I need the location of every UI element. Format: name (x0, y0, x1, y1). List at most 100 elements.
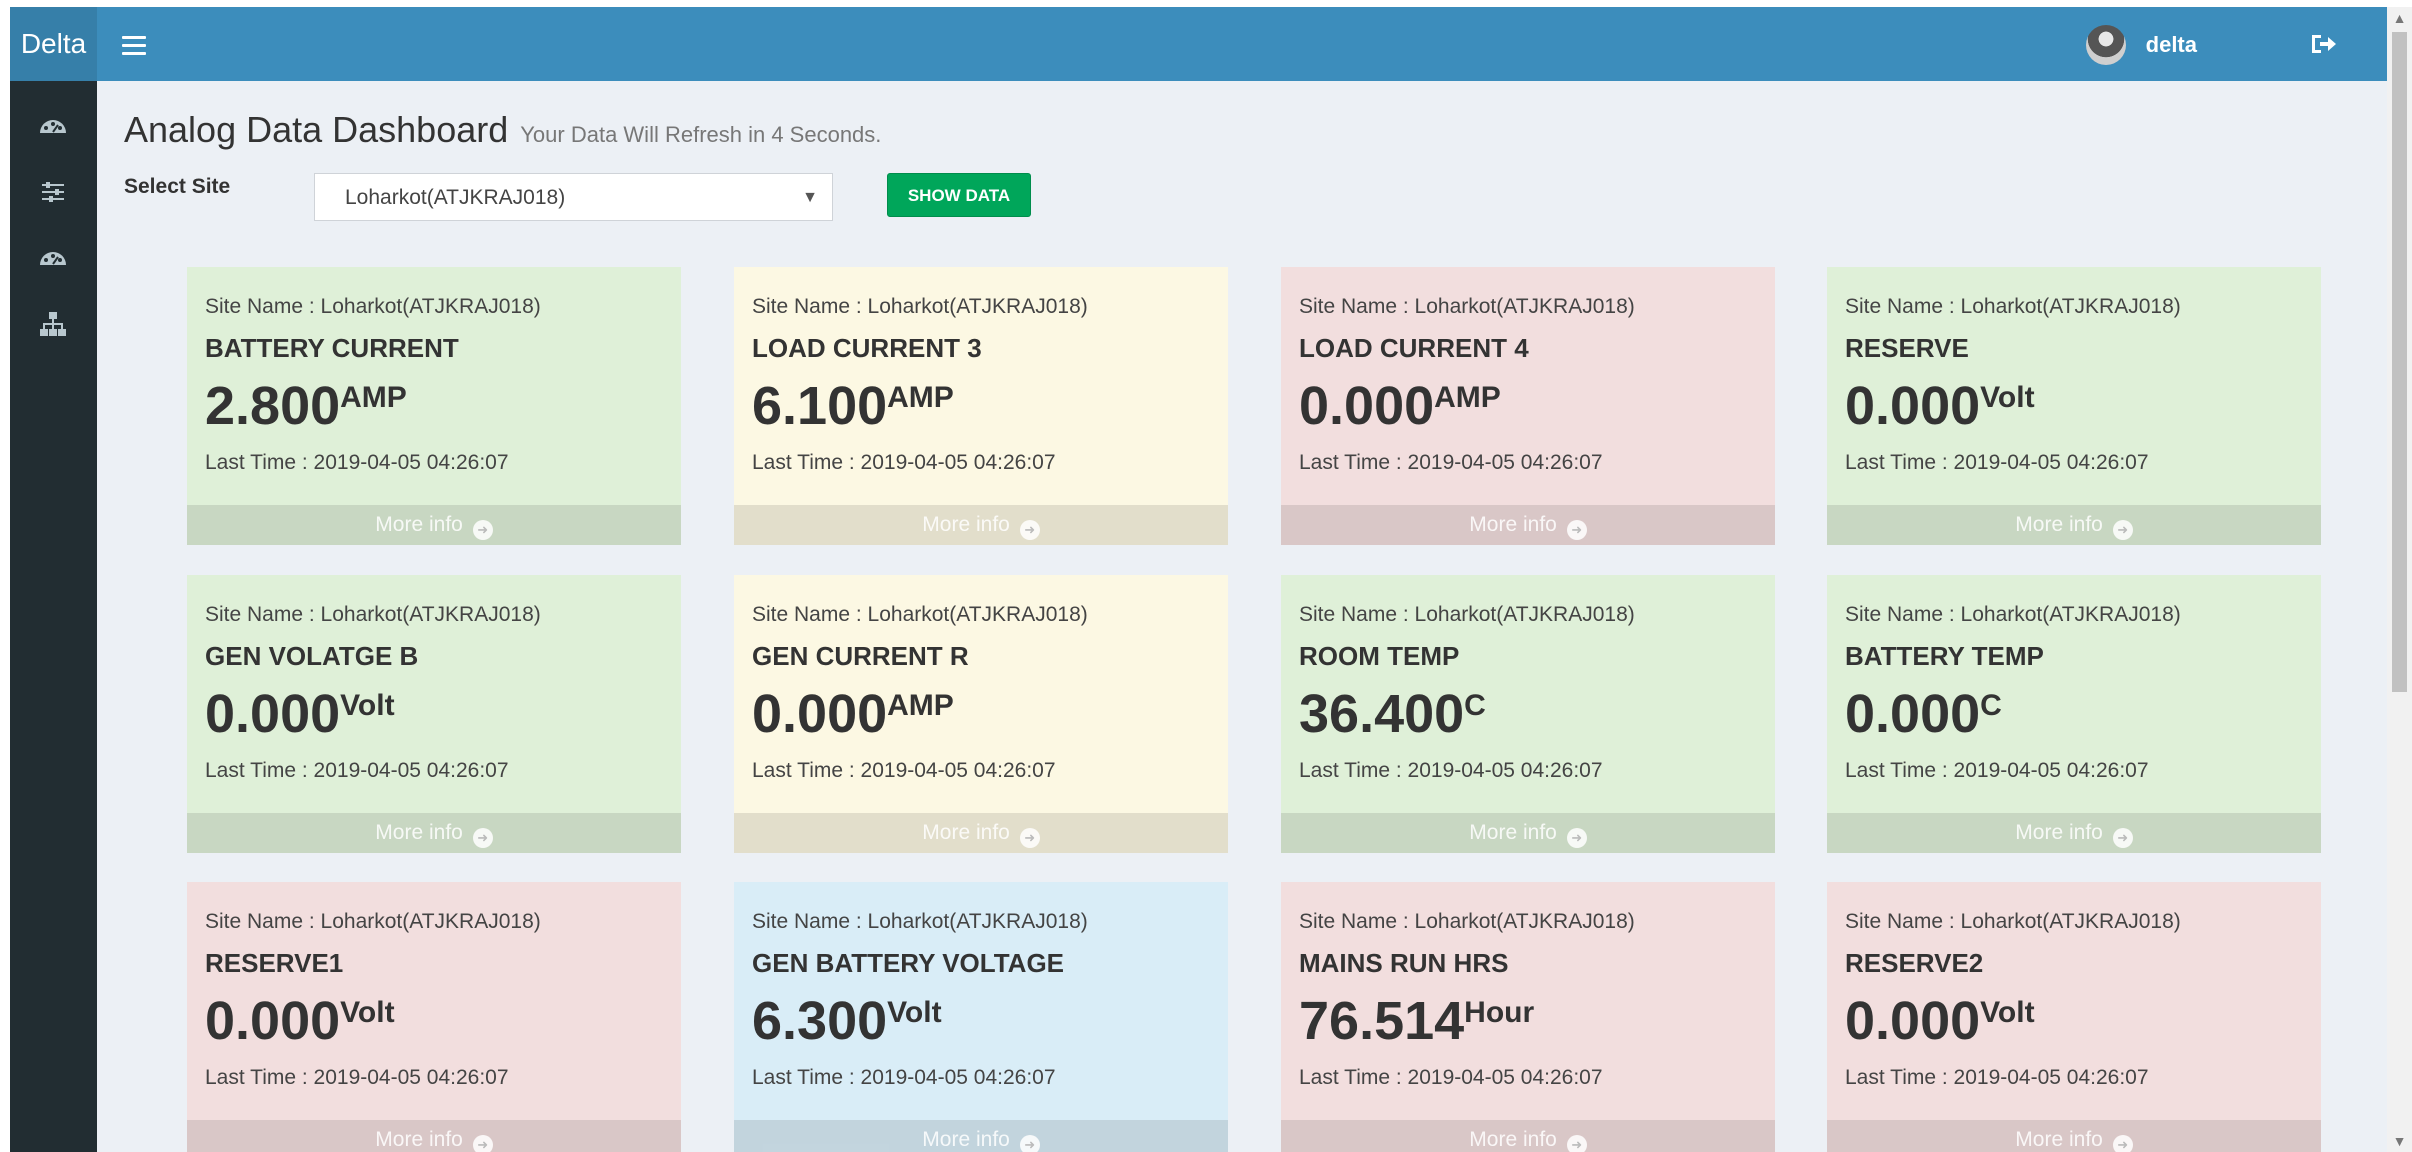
logout-icon[interactable] (2309, 31, 2337, 57)
more-info-link[interactable]: More info ➜ (1281, 505, 1775, 545)
card-last-time: Last Time : 2019-04-05 04:26:07 (752, 759, 1056, 782)
card-parameter-name: RESERVE2 (1845, 948, 1984, 978)
card-parameter-name: BATTERY CURRENT (205, 333, 459, 363)
scroll-up-icon[interactable]: ▲ (2387, 7, 2412, 29)
more-info-link[interactable]: More info ➜ (187, 813, 681, 853)
arrow-circle-right-icon: ➜ (1566, 828, 1587, 848)
info-card: Site Name : Loharkot(ATJKRAJ018) ROOM TEM… (1281, 575, 1775, 853)
caret-down-icon: ▼ (802, 189, 818, 206)
info-card: Site Name : Loharkot(ATJKRAJ018) RESERVE2… (1827, 882, 2321, 1152)
arrow-circle-right-icon: ➜ (1566, 1135, 1587, 1152)
avatar (2085, 25, 2126, 65)
site-select-value: Loharkot(ATJKRAJ018) (345, 186, 566, 209)
card-site-name: Site Name : Loharkot(ATJKRAJ018) (1299, 295, 1635, 318)
card-site-name: Site Name : Loharkot(ATJKRAJ018) (205, 295, 541, 318)
card-last-time: Last Time : 2019-04-05 04:26:07 (1845, 451, 2149, 474)
more-info-link[interactable]: More info ➜ (187, 505, 681, 545)
more-info-label: More info (1469, 821, 1557, 844)
card-value-number: 0.000 (1845, 684, 1981, 744)
card-value-number: 2.800 (205, 376, 341, 436)
card-value: 0.000AMP (752, 684, 954, 744)
card-last-time: Last Time : 2019-04-05 04:26:07 (205, 759, 509, 782)
card-site-name: Site Name : Loharkot(ATJKRAJ018) (1299, 910, 1635, 933)
more-info-link[interactable]: More info ➜ (734, 1120, 1228, 1152)
card-unit: Volt (340, 689, 395, 722)
more-info-link[interactable]: More info ➜ (734, 505, 1228, 545)
user-menu[interactable]: delta (2085, 25, 2197, 65)
sitemap-icon[interactable] (38, 309, 68, 339)
card-value: 36.400C (1299, 684, 1486, 744)
card-site-name: Site Name : Loharkot(ATJKRAJ018) (1845, 603, 2181, 626)
sliders-icon[interactable] (38, 177, 68, 207)
more-info-label: More info (375, 513, 463, 536)
arrow-circle-right-icon: ➜ (2112, 828, 2133, 848)
brand-logo[interactable]: Delta (10, 7, 97, 81)
arrow-circle-right-icon: ➜ (2112, 520, 2133, 540)
more-info-link[interactable]: More info ➜ (1281, 1120, 1775, 1152)
card-last-time: Last Time : 2019-04-05 04:26:07 (752, 1066, 1056, 1089)
card-value: 2.800AMP (205, 376, 407, 436)
card-value-number: 0.000 (1845, 376, 1981, 436)
card-site-name: Site Name : Loharkot(ATJKRAJ018) (205, 910, 541, 933)
scrollbar[interactable]: ▲ ▼ (2387, 7, 2412, 1152)
more-info-label: More info (375, 821, 463, 844)
card-unit: Volt (1980, 996, 2035, 1029)
arrow-circle-right-icon: ➜ (472, 520, 493, 540)
card-site-name: Site Name : Loharkot(ATJKRAJ018) (752, 603, 1088, 626)
card-parameter-name: ROOM TEMP (1299, 641, 1460, 671)
arrow-circle-right-icon: ➜ (472, 828, 493, 848)
card-parameter-name: MAINS RUN HRS (1299, 948, 1509, 978)
main-content: Analog Data Dashboard Your Data Will Refr… (97, 81, 2387, 1152)
dashboard-icon[interactable] (38, 111, 68, 141)
arrow-circle-right-icon: ➜ (472, 1135, 493, 1152)
card-value: 0.000Volt (1845, 376, 2035, 436)
page-title: Analog Data Dashboard Your Data Will Refr… (124, 109, 881, 151)
more-info-link[interactable]: More info ➜ (1827, 505, 2321, 545)
card-unit: C (1980, 689, 2002, 722)
more-info-link[interactable]: More info ➜ (734, 813, 1228, 853)
site-select[interactable]: Loharkot(ATJKRAJ018) ▼ (314, 173, 833, 221)
card-value-number: 6.100 (752, 376, 888, 436)
card-unit: Hour (1464, 996, 1535, 1029)
more-info-link[interactable]: More info ➜ (1827, 813, 2321, 853)
more-info-label: More info (2015, 821, 2103, 844)
card-site-name: Site Name : Loharkot(ATJKRAJ018) (752, 295, 1088, 318)
app-window: Delta delta Analog Data Dashboard Your Da… (10, 7, 2387, 1152)
card-value: 6.100AMP (752, 376, 954, 436)
username: delta (2145, 32, 2197, 57)
card-site-name: Site Name : Loharkot(ATJKRAJ018) (205, 603, 541, 626)
more-info-link[interactable]: More info ➜ (187, 1120, 681, 1152)
more-info-label: More info (922, 821, 1010, 844)
sidebar-toggle-icon[interactable] (122, 31, 146, 57)
info-card: Site Name : Loharkot(ATJKRAJ018) GEN BATT… (734, 882, 1228, 1152)
card-last-time: Last Time : 2019-04-05 04:26:07 (205, 1066, 509, 1089)
card-unit: AMP (887, 689, 954, 722)
card-value: 0.000AMP (1299, 376, 1501, 436)
card-last-time: Last Time : 2019-04-05 04:26:07 (1299, 759, 1603, 782)
card-value: 0.000C (1845, 684, 2002, 744)
scroll-down-icon[interactable]: ▼ (2387, 1130, 2412, 1152)
info-card: Site Name : Loharkot(ATJKRAJ018) RESERVE 0… (1827, 267, 2321, 545)
more-info-link[interactable]: More info ➜ (1827, 1120, 2321, 1152)
card-unit: C (1464, 689, 1486, 722)
card-unit: Volt (1980, 381, 2035, 414)
info-card: Site Name : Loharkot(ATJKRAJ018) RESERVE1… (187, 882, 681, 1152)
card-unit: AMP (887, 381, 954, 414)
dashboard-icon-2[interactable] (38, 243, 68, 273)
card-value-number: 0.000 (752, 684, 888, 744)
card-parameter-name: GEN BATTERY VOLTAGE (752, 948, 1065, 978)
arrow-circle-right-icon: ➜ (1019, 1135, 1040, 1152)
scroll-thumb[interactable] (2392, 32, 2407, 692)
card-value-number: 76.514 (1299, 991, 1465, 1051)
top-navbar: Delta delta (10, 7, 2387, 81)
card-parameter-name: GEN VOLATGE B (205, 641, 419, 671)
sidebar (10, 81, 97, 1152)
card-last-time: Last Time : 2019-04-05 04:26:07 (1845, 1066, 2149, 1089)
arrow-circle-right-icon: ➜ (1019, 828, 1040, 848)
show-data-button[interactable]: SHOW DATA (887, 173, 1031, 217)
card-unit: Volt (887, 996, 942, 1029)
card-value-number: 36.400 (1299, 684, 1465, 744)
info-card: Site Name : Loharkot(ATJKRAJ018) GEN VOLA… (187, 575, 681, 853)
more-info-link[interactable]: More info ➜ (1281, 813, 1775, 853)
card-last-time: Last Time : 2019-04-05 04:26:07 (1299, 451, 1603, 474)
